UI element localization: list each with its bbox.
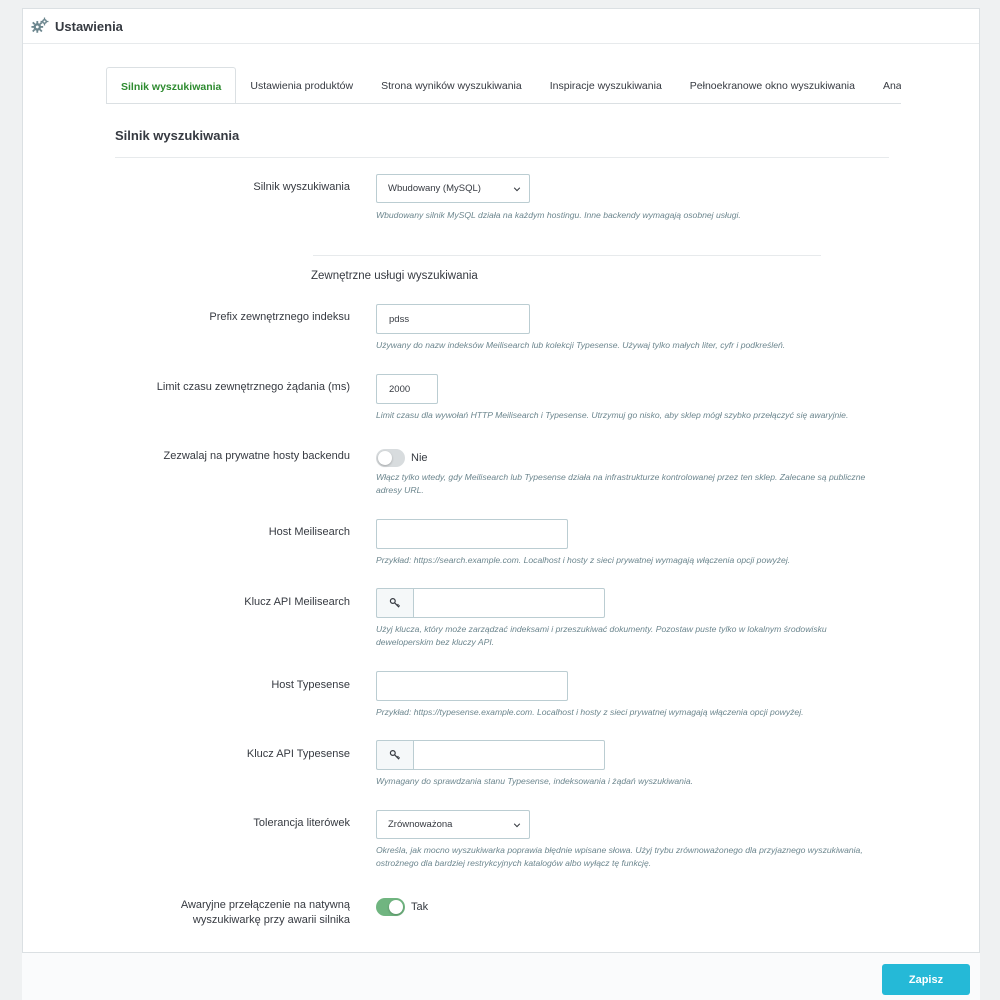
private-hosts-state: Nie (411, 452, 428, 464)
typo-help: Określa, jak mocno wyszukiwarka poprawia… (376, 845, 863, 868)
key-icon (389, 597, 401, 608)
prefix-input[interactable]: pdss (376, 304, 530, 334)
tab-product-settings[interactable]: Ustawienia produktów (236, 67, 367, 103)
typesense-host-label: Host Typesense (271, 679, 350, 691)
prefix-help: Używany do nazw indeksów Meilisearch lub… (376, 340, 786, 350)
save-button[interactable]: Zapisz (882, 964, 970, 995)
meili-host-label: Host Meilisearch (268, 526, 350, 538)
key-icon (389, 749, 401, 760)
meili-key-label: Klucz API Meilisearch (244, 596, 350, 608)
fallback-toggle[interactable] (376, 898, 405, 916)
subsection-divider (313, 255, 821, 256)
panel-header: Ustawienia (23, 9, 979, 44)
settings-tabs: Silnik wyszukiwania Ustawienia produktów… (106, 67, 901, 104)
gears-icon (31, 17, 49, 33)
private-hosts-toggle[interactable] (376, 449, 405, 467)
meili-key-group (376, 588, 605, 618)
engine-select[interactable]: Wbudowany (MySQL) (376, 174, 530, 203)
section-title: Silnik wyszukiwania (115, 128, 240, 143)
typesense-key-addon (376, 740, 413, 770)
meili-key-addon (376, 588, 413, 618)
engine-select-value: Wbudowany (MySQL) (388, 183, 481, 194)
typo-label: Tolerancja literówek (253, 817, 350, 829)
typo-select-value: Zrównoważona (388, 819, 453, 830)
tab-analytics[interactable]: Analityka i (869, 67, 901, 103)
chevron-down-icon (513, 186, 521, 191)
tab-results-page[interactable]: Strona wyników wyszukiwania (367, 67, 536, 103)
meili-host-help: Przykład: https://search.example.com. Lo… (376, 555, 791, 565)
prefix-label: Prefix zewnętrznego indeksu (209, 311, 350, 323)
typesense-key-group (376, 740, 605, 770)
panel-footer: Zapisz (22, 952, 980, 1000)
typesense-host-help: Przykład: https://typesense.example.com.… (376, 707, 804, 717)
tab-fullscreen-search[interactable]: Pełnoekranowe okno wyszukiwania (676, 67, 869, 103)
subsection-title: Zewnętrzne usługi wyszukiwania (311, 270, 478, 282)
fallback-label: Awaryjne przełączenie na natywną wyszuki… (180, 899, 350, 926)
tab-search-engine[interactable]: Silnik wyszukiwania (106, 67, 237, 103)
page-title: Ustawienia (55, 18, 123, 34)
typesense-key-label: Klucz API Typesense (246, 748, 350, 760)
tab-search-inspirations[interactable]: Inspiracje wyszukiwania (536, 67, 676, 103)
chevron-down-icon (513, 822, 521, 827)
meili-key-help: Użyj klucza, który może zarządzać indeks… (376, 624, 827, 647)
toggle-knob (378, 451, 392, 465)
typo-select[interactable]: Zrównoważona (376, 810, 530, 839)
timeout-help: Limit czasu dla wywołań HTTP Meilisearch… (376, 410, 849, 420)
meili-key-input[interactable] (413, 588, 605, 618)
typesense-host-input[interactable] (376, 671, 568, 701)
settings-panel: Ustawienia Silnik wyszukiwania Ustawieni… (22, 8, 980, 1000)
engine-help: Wbudowany silnik MySQL działa na każdym … (376, 210, 741, 220)
meili-host-input[interactable] (376, 519, 568, 549)
timeout-label: Limit czasu zewnętrznego żądania (ms) (156, 381, 350, 393)
typesense-key-help: Wymagany do sprawdzania stanu Typesense,… (376, 776, 694, 786)
section-divider (115, 157, 889, 158)
private-hosts-label: Zezwalaj na prywatne hosty backendu (163, 450, 351, 462)
typesense-key-input[interactable] (413, 740, 605, 770)
private-hosts-help: Włącz tylko wtedy, gdy Meilisearch lub T… (376, 472, 866, 495)
engine-label: Silnik wyszukiwania (253, 181, 350, 193)
toggle-knob (389, 900, 403, 914)
fallback-state: Tak (411, 901, 429, 913)
timeout-input[interactable]: 2000 (376, 374, 438, 404)
